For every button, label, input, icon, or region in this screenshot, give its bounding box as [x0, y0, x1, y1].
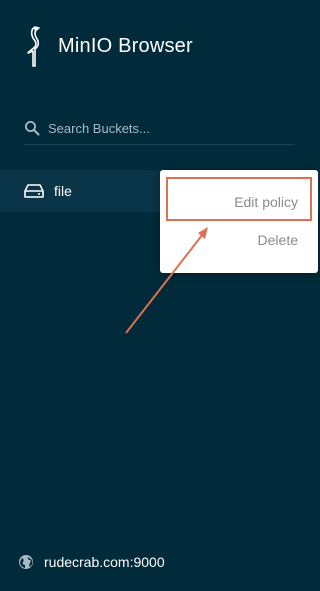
sidebar: MinIO Browser file Edit policy Delete ru… [0, 0, 320, 591]
brand: MinIO Browser [22, 24, 193, 68]
server-host: rudecrab.com:9000 [44, 554, 165, 570]
minio-logo-icon [27, 26, 40, 67]
menu-item-delete[interactable]: Delete [258, 232, 298, 248]
search-input[interactable] [48, 120, 278, 136]
annotation-arrow [125, 227, 208, 334]
search-icon [25, 121, 40, 136]
app-title: MinIO Browser [58, 34, 193, 57]
server-info: rudecrab.com:9000 [18, 554, 165, 570]
annotation-highlight-box [166, 177, 312, 221]
bucket-label: file [54, 183, 72, 199]
globe-icon [19, 555, 33, 569]
drive-icon [24, 184, 44, 198]
search-bar[interactable] [24, 112, 294, 145]
